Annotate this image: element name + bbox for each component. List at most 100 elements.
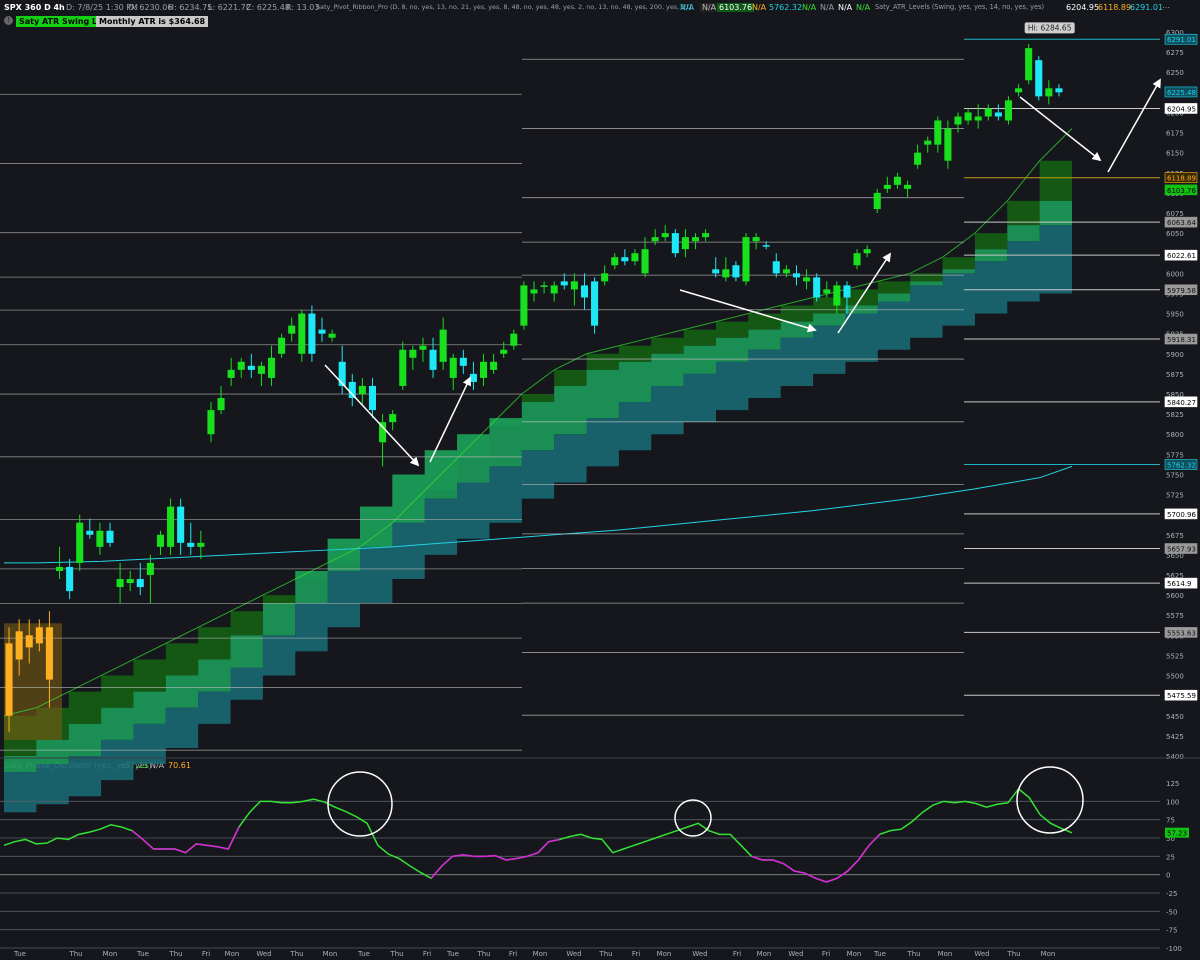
time-tick-label: Thu (68, 950, 82, 958)
osc-value-tag-text: 57.23 (1167, 830, 1187, 838)
price-tick-label: 5725 (1166, 492, 1184, 500)
candle-body (106, 530, 114, 543)
atr-val-3: 6291.01 (1130, 3, 1164, 12)
candle-body (267, 357, 276, 378)
price-level-tag (1164, 249, 1198, 261)
osc-tick-label: 25 (1166, 853, 1175, 861)
candle-body (833, 285, 841, 306)
price-level-tag-text: 5700.96 (1167, 511, 1196, 519)
price-tick-label: 5700 (1166, 512, 1184, 520)
price-tick-label: 6125 (1166, 170, 1184, 178)
candle-body (792, 273, 801, 278)
candle-body (167, 506, 175, 547)
time-tick-label: Thu (1006, 950, 1020, 958)
candle-body (257, 365, 265, 374)
candle-body (722, 269, 730, 278)
price-tick-label: 5550 (1166, 632, 1184, 640)
oscillator-na: N/A (150, 761, 165, 770)
osc-tick-label: 50 (1166, 835, 1175, 843)
price-level-tag (1164, 333, 1198, 345)
price-level-tag (1164, 103, 1198, 114)
price-level-tag (1164, 396, 1198, 408)
candle-body (712, 269, 720, 274)
price-tick-label: 5825 (1166, 411, 1184, 419)
oscillator-bear-segment (131, 826, 240, 854)
time-tick-label: Tue (13, 950, 26, 958)
trend-arrows (324, 78, 1161, 467)
time-tick-label: Tue (136, 950, 149, 958)
candle-body (338, 361, 346, 386)
candle-body (1004, 100, 1013, 121)
price-level-tag-text: 6225.48 (1167, 89, 1196, 97)
candle-body (298, 313, 306, 354)
price-tick-label: 5975 (1166, 290, 1184, 298)
candle-body (732, 265, 740, 278)
candle-body (550, 285, 558, 294)
time-tick-label: Mon (657, 950, 672, 958)
osc-tick-label: -75 (1166, 927, 1177, 935)
candle-body (45, 627, 53, 680)
trend-arrow (324, 364, 420, 467)
candle-body (883, 184, 891, 189)
candle-body (782, 269, 790, 274)
candle-body (1055, 88, 1063, 93)
candle-body (570, 281, 578, 290)
oscillator-extra: 70.61 (168, 761, 191, 770)
oscillator-bear-segment (430, 838, 560, 879)
price-tick-label: 5575 (1166, 612, 1184, 620)
price-level-tag (1164, 284, 1198, 296)
price-tick-label: 6300 (1166, 29, 1184, 37)
ribbon-study-label[interactable]: Saty_Pivot_Ribbon_Pro (D, 8, no, yes, 13… (316, 3, 692, 11)
osc-tick-label: -50 (1166, 908, 1177, 916)
candle-body (914, 152, 922, 165)
candle-body (843, 285, 851, 298)
atr-study-label[interactable]: Saty_ATR_Levels (Swing, yes, yes, 14, no… (875, 3, 1044, 11)
time-tick-label: Fri (423, 950, 431, 958)
high-readout: H: 6234.75 (168, 3, 213, 12)
monthly-atr-tag: Monthly ATR is $364.68 (96, 16, 209, 27)
hi-label-box (1024, 22, 1075, 34)
price-tick-label: 5850 (1166, 391, 1184, 399)
time-tick-label: Wed (692, 950, 707, 958)
time-tick-label: Fri (509, 950, 517, 958)
candle-body (187, 542, 195, 547)
ribbon-val-8: N/A (838, 3, 853, 12)
highlight-circle (327, 771, 393, 837)
price-tick-label: 5875 (1166, 371, 1184, 379)
price-tick-label: 5900 (1166, 351, 1184, 359)
candle-body (691, 237, 700, 242)
close-readout: C: 6225.48 (246, 3, 290, 12)
time-tick-label: Mon (103, 950, 118, 958)
price-level-tag-text: 5762.32 (1167, 462, 1196, 470)
candle-body (439, 329, 447, 362)
candle-body (934, 120, 942, 145)
price-level-tag-text: 6022.61 (1167, 252, 1196, 260)
price-level-tag-text: 5918.31 (1167, 336, 1196, 344)
ribbon-val-7: N/A (820, 3, 835, 12)
time-tick-label: Wed (788, 950, 803, 958)
time-tick-label: Fri (632, 950, 640, 958)
candle-body (601, 273, 609, 282)
symbol-label[interactable]: SPX 360 D 4h (4, 3, 65, 12)
open-readout: O: 6230.06 (128, 3, 173, 12)
price-chart[interactable]: Hi: 6284.65 6300 6275 6250 6225 6200 6175 6150… (0, 0, 1200, 960)
price-tick-label: 5400 (1166, 753, 1184, 761)
settings-gear-icon[interactable]: ! (4, 16, 13, 25)
price-level-tag-text: 6204.95 (1167, 105, 1196, 113)
price-tick-label: 5600 (1166, 592, 1184, 600)
range-readout: R: 13.03 (286, 3, 320, 12)
price-tick-label: 6175 (1166, 130, 1184, 138)
low-readout: L: 6221.72 (208, 3, 251, 12)
candle-body (358, 385, 366, 394)
osc-tick-label: -25 (1166, 890, 1177, 898)
ribbon-val-9: N/A (856, 3, 871, 12)
candle-body (278, 337, 286, 354)
atr-level-lines (0, 38, 1160, 751)
price-level-tag (1164, 172, 1198, 183)
more-icon[interactable]: ⋯ (1162, 3, 1170, 12)
osc-tick-label: 0 (1166, 872, 1170, 880)
candle-body (76, 522, 84, 563)
candle-body (500, 349, 508, 354)
price-level-tag-text: 5840.27 (1167, 399, 1196, 407)
time-tick-label: Mon (938, 950, 953, 958)
